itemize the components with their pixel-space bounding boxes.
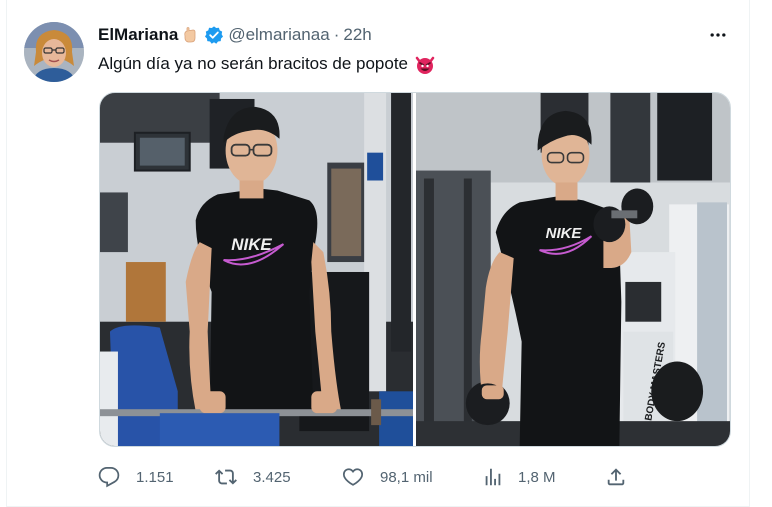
timestamp[interactable]: 22h: [343, 24, 371, 46]
tweet-header: ElMariana @elmarianaa · 22h: [98, 24, 372, 46]
user-handle[interactable]: @elmarianaa: [228, 24, 329, 46]
avatar[interactable]: [24, 22, 84, 82]
share-icon: [607, 468, 625, 486]
hand-gesture-emoji-icon: [180, 25, 200, 45]
heart-icon: [342, 468, 364, 486]
verified-badge-icon: [204, 25, 224, 45]
reply-button[interactable]: 1.151: [98, 463, 174, 491]
more-options-button[interactable]: [704, 24, 732, 46]
reply-count: 1.151: [136, 468, 174, 486]
views-button[interactable]: 1,8 M: [482, 463, 556, 491]
devil-face-emoji-icon: [414, 53, 436, 75]
photo-1[interactable]: NIKE: [100, 93, 413, 446]
reply-icon: [98, 466, 120, 488]
like-button[interactable]: 98,1 mil: [342, 463, 433, 491]
tweet-media[interactable]: NIKE BODY MASTERS NIKE: [99, 92, 731, 447]
avatar-image: [24, 22, 84, 82]
gym-photo-left: NIKE: [100, 93, 413, 446]
retweet-button[interactable]: 3.425: [215, 463, 291, 491]
like-count: 98,1 mil: [380, 468, 433, 486]
tweet-text: Algún día ya no serán bracitos de popote: [98, 52, 436, 76]
shirt-logo-text-2: NIKE: [546, 225, 583, 242]
photo-2[interactable]: BODY MASTERS NIKE: [416, 93, 730, 446]
tweet-text-content: Algún día ya no serán bracitos de popote: [98, 54, 408, 73]
separator-dot: ·: [333, 25, 340, 44]
views-chart-icon: [485, 468, 501, 486]
views-count: 1,8 M: [518, 468, 556, 486]
gym-photo-right: BODY MASTERS NIKE: [416, 93, 730, 446]
retweet-count: 3.425: [253, 468, 291, 486]
display-name[interactable]: ElMariana: [98, 24, 178, 46]
tweet-actions: 1.151 3.425 98,1 mil 1,8 M: [96, 463, 636, 491]
more-dots-icon: [710, 33, 726, 37]
retweet-icon: [215, 469, 237, 485]
share-button[interactable]: [605, 463, 627, 491]
